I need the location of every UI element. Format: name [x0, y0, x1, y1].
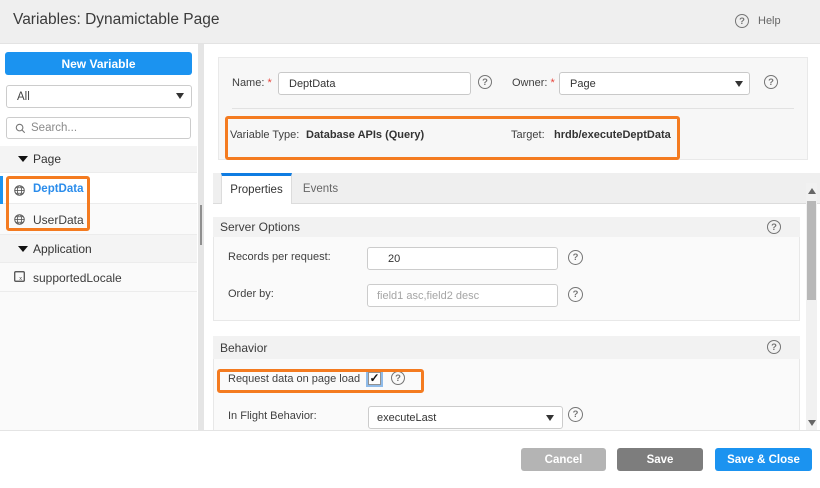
svg-text:x: x — [19, 276, 22, 282]
